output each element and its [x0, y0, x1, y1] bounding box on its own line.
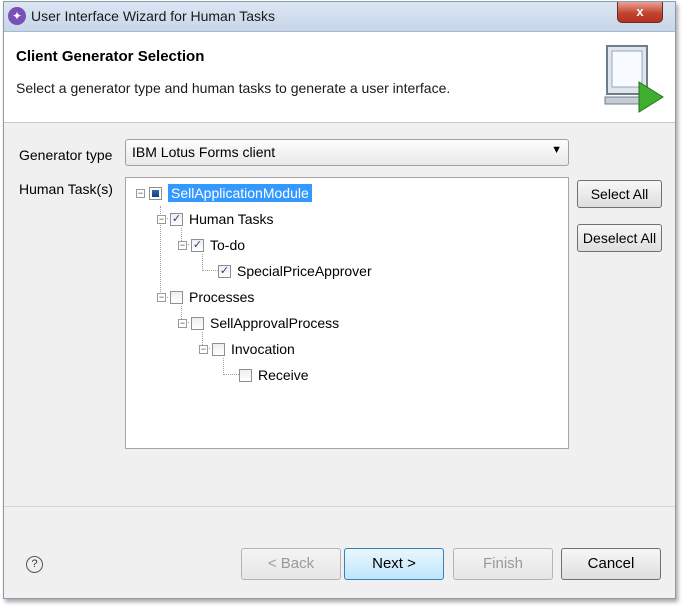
- tree-checkbox[interactable]: [212, 342, 225, 356]
- tree-node-label: Invocation: [231, 341, 295, 357]
- tree-node-label: Receive: [258, 367, 309, 383]
- deselect-all-button[interactable]: Deselect All: [577, 224, 662, 252]
- tree-node-label: To-do: [210, 237, 246, 253]
- tree-checkbox[interactable]: [191, 316, 204, 330]
- tree-node-sellapplicationmodule[interactable]: − SellApplicationModule: [136, 182, 312, 204]
- collapse-icon[interactable]: −: [199, 344, 208, 354]
- collapse-icon[interactable]: −: [178, 318, 187, 328]
- wizard-monitor-icon: [604, 45, 664, 113]
- page-title: Client Generator Selection: [16, 48, 205, 65]
- collapse-icon[interactable]: −: [157, 292, 166, 302]
- tree-checkbox[interactable]: [170, 290, 183, 304]
- help-icon[interactable]: ?: [26, 556, 43, 573]
- tree-node-label: SpecialPriceApprover: [237, 263, 372, 279]
- tree-connector: [223, 358, 224, 375]
- collapse-icon[interactable]: −: [178, 240, 187, 250]
- finish-button[interactable]: Finish: [453, 548, 553, 580]
- tree-checkbox[interactable]: [239, 368, 252, 382]
- cancel-button[interactable]: Cancel: [561, 548, 661, 580]
- human-tasks-tree[interactable]: − SellApplicationModule − ✓ Human Tasks …: [125, 177, 569, 449]
- generator-type-select[interactable]: IBM Lotus Forms client ▼: [125, 139, 569, 166]
- dropdown-arrow-icon: ▼: [551, 144, 562, 156]
- human-tasks-label: Human Task(s): [19, 181, 113, 197]
- generator-type-label: Generator type: [19, 147, 113, 163]
- tree-checkbox[interactable]: ✓: [218, 264, 231, 278]
- collapse-icon[interactable]: −: [157, 214, 166, 224]
- close-button[interactable]: x: [617, 2, 663, 23]
- title-bar: ✦ User Interface Wizard for Human Tasks …: [4, 2, 675, 32]
- tree-connector: [202, 254, 203, 271]
- generator-type-value: IBM Lotus Forms client: [132, 144, 276, 160]
- wizard-header: Client Generator Selection Select a gene…: [4, 32, 675, 123]
- tree-node-to-do[interactable]: − ✓ To-do: [178, 234, 245, 256]
- tree-node-processes[interactable]: − Processes: [157, 286, 254, 308]
- footer-divider: [4, 506, 675, 507]
- tree-node-sellapprovalprocess[interactable]: − SellApprovalProcess: [178, 312, 339, 334]
- tree-node-specialpriceapprover[interactable]: ✓ SpecialPriceApprover: [218, 260, 372, 282]
- window-title: User Interface Wizard for Human Tasks: [31, 8, 276, 24]
- tree-checkbox[interactable]: [149, 186, 162, 200]
- next-button[interactable]: Next >: [344, 548, 444, 580]
- tree-node-label: SellApplicationModule: [168, 184, 312, 202]
- back-button[interactable]: < Back: [241, 548, 341, 580]
- tree-checkbox[interactable]: ✓: [170, 212, 183, 226]
- tree-node-label: Processes: [189, 289, 255, 305]
- tree-node-invocation[interactable]: − Invocation: [199, 338, 295, 360]
- wizard-window: ✦ User Interface Wizard for Human Tasks …: [3, 1, 676, 599]
- tree-node-label: SellApprovalProcess: [210, 315, 340, 331]
- tree-checkbox[interactable]: ✓: [191, 238, 204, 252]
- tree-node-human-tasks[interactable]: − ✓ Human Tasks: [157, 208, 274, 230]
- select-all-button[interactable]: Select All: [577, 180, 662, 208]
- tree-node-receive[interactable]: Receive: [239, 364, 309, 386]
- tree-node-label: Human Tasks: [189, 211, 274, 227]
- collapse-icon[interactable]: −: [136, 188, 145, 198]
- app-icon: ✦: [8, 7, 26, 25]
- page-description: Select a generator type and human tasks …: [16, 80, 451, 96]
